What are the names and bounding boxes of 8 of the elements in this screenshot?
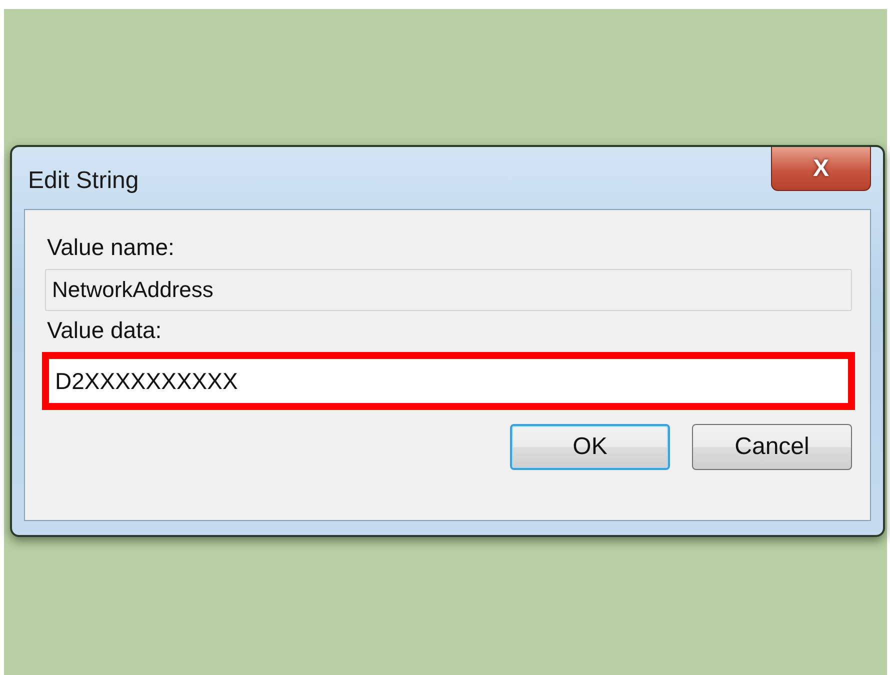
window-title: Edit String	[28, 167, 139, 195]
close-button[interactable]: X	[771, 147, 871, 191]
ok-button[interactable]: OK	[510, 424, 670, 470]
field-label: Value name:	[47, 234, 176, 261]
cancel-button[interactable]: Cancel	[692, 424, 852, 470]
value-data-field[interactable]: D2XXXXXXXXXX	[42, 352, 855, 410]
value-name-field[interactable]: NetworkAddress	[45, 269, 852, 311]
field-label: Value data:	[47, 317, 163, 344]
